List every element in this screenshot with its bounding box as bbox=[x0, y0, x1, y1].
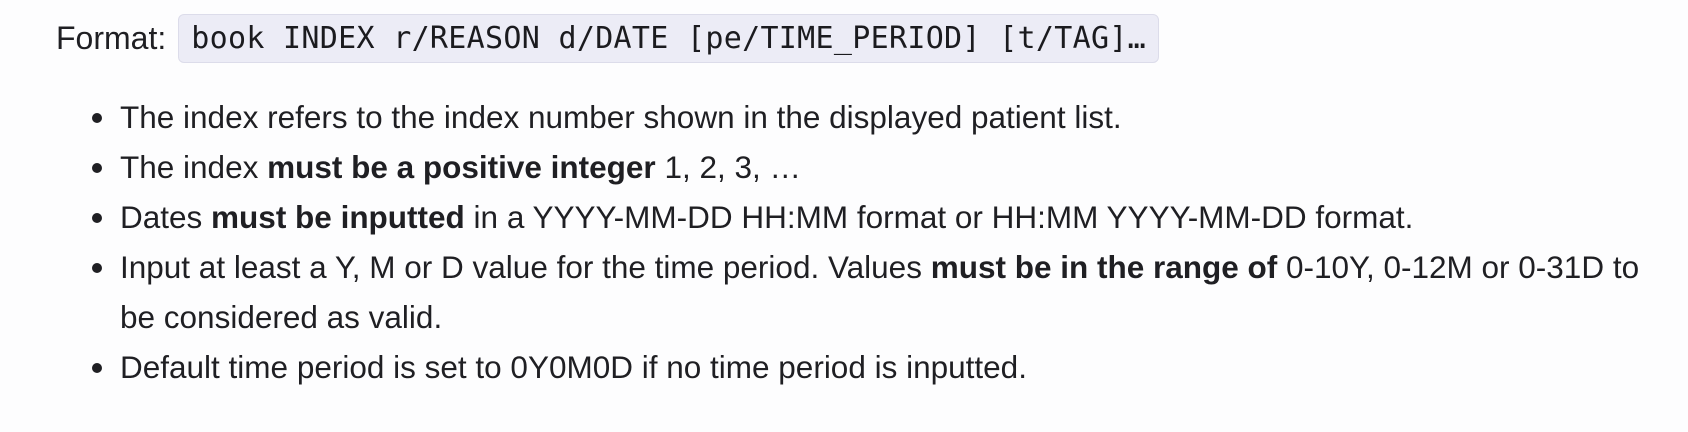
list-item-emphasis: must be inputted bbox=[211, 199, 465, 235]
format-label: Format: bbox=[56, 19, 167, 56]
list-item: The index refers to the index number sho… bbox=[56, 92, 1656, 142]
list-item-text: in a YYYY-MM-DD HH:MM format or HH:MM YY… bbox=[464, 199, 1414, 235]
list-item-emphasis: must be in the range of bbox=[930, 249, 1278, 285]
bullet-icon bbox=[92, 113, 102, 123]
format-code: book INDEX r/REASON d/DATE [pe/TIME_PERI… bbox=[178, 13, 1160, 63]
list-item: Input at least a Y, M or D value for the… bbox=[56, 242, 1656, 342]
list-item-text: 1, 2, 3, … bbox=[655, 149, 802, 185]
list-item-emphasis: must be a positive integer bbox=[267, 149, 656, 185]
bullet-icon bbox=[92, 163, 102, 173]
bullet-icon bbox=[92, 363, 102, 373]
notes-list: The index refers to the index number sho… bbox=[56, 92, 1656, 392]
format-line: Format: book INDEX r/REASON d/DATE [pe/T… bbox=[56, 12, 1656, 64]
list-item: Dates must be inputted in a YYYY-MM-DD H… bbox=[56, 192, 1656, 242]
bullet-icon bbox=[92, 213, 102, 223]
list-item-text: The index refers to the index number sho… bbox=[120, 99, 1122, 135]
list-item: The index must be a positive integer 1, … bbox=[56, 142, 1656, 192]
list-item-text: The index bbox=[120, 149, 268, 185]
list-item-text: Dates bbox=[120, 199, 212, 235]
command-doc: Format: book INDEX r/REASON d/DATE [pe/T… bbox=[56, 12, 1656, 392]
list-item: Default time period is set to 0Y0M0D if … bbox=[56, 342, 1656, 392]
list-item-text: Default time period is set to 0Y0M0D if … bbox=[120, 349, 1027, 385]
list-item-text: Input at least a Y, M or D value for the… bbox=[120, 249, 931, 285]
bullet-icon bbox=[92, 263, 102, 273]
